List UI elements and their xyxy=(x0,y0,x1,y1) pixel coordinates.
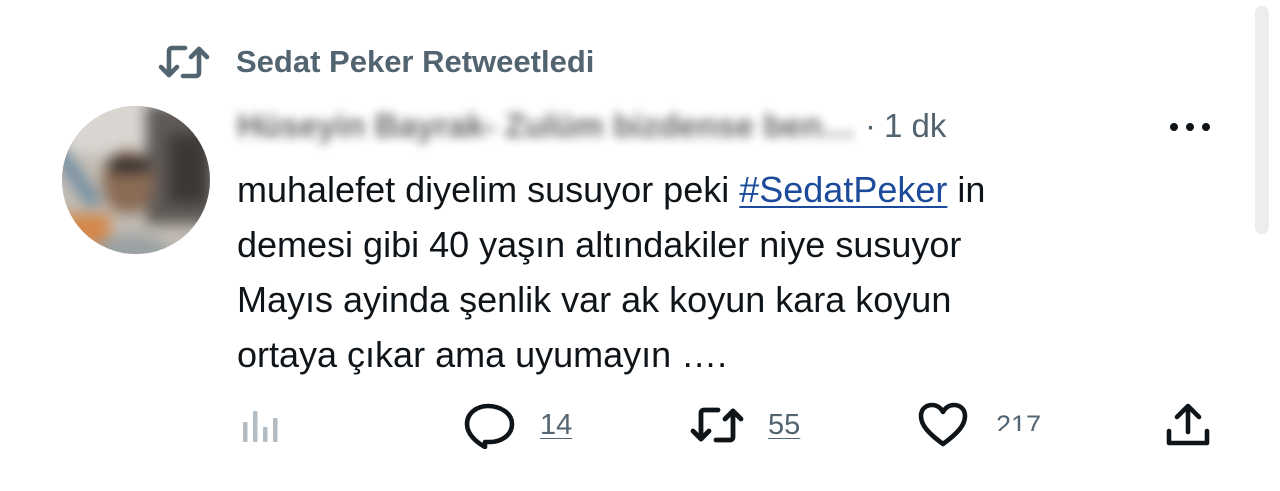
tweet-time[interactable]: 1 dk xyxy=(884,107,946,145)
tweet-text: muhalefet diyelim susuyor peki #SedatPek… xyxy=(237,162,1197,382)
retweet-button[interactable]: 55 xyxy=(690,395,800,455)
reply-count: 14 xyxy=(540,408,573,441)
more-options-button[interactable] xyxy=(1166,110,1214,144)
scrollbar[interactable] xyxy=(1255,6,1269,234)
tweet-header: Hüseyin Bayrak- Zulüm bizdense ben… · 1 … xyxy=(237,104,946,148)
share-icon xyxy=(1166,403,1210,446)
reply-icon xyxy=(464,403,515,449)
tweet-separator: · xyxy=(864,107,876,144)
like-count: 217 xyxy=(996,410,1042,431)
author-name[interactable]: Hüseyin Bayrak- Zulüm bizdense ben… xyxy=(237,107,855,145)
hashtag-link[interactable]: #SedatPeker xyxy=(739,169,947,210)
more-dots-icon xyxy=(1170,123,1210,131)
reply-button[interactable]: 14 xyxy=(464,395,572,455)
like-button[interactable]: 217 xyxy=(918,395,1041,455)
heart-icon xyxy=(918,402,968,447)
tweet-text-line: Mayıs ayinda şenlik var ak koyun kara ko… xyxy=(237,279,952,320)
analytics-button[interactable] xyxy=(240,395,284,455)
retweet-icon xyxy=(690,407,744,443)
analytics-icon xyxy=(243,411,278,442)
tweet-text-line: demesi gibi 40 yaşın altındakiler niye s… xyxy=(237,224,962,265)
tweet-text-line: muhalefet diyelim susuyor peki #SedatPek… xyxy=(237,169,986,210)
retweet-count: 55 xyxy=(768,408,801,441)
retweet-banner-text: Sedat Peker Retweetledi xyxy=(236,44,595,79)
share-button[interactable] xyxy=(1164,395,1212,455)
avatar[interactable] xyxy=(62,106,210,254)
retweet-icon xyxy=(158,42,210,82)
tweet-actions: 14 55 217 xyxy=(0,395,1280,455)
tweet-text-line: ortaya çıkar ama uyumayın …. xyxy=(237,334,728,375)
retweet-banner[interactable]: Sedat Peker Retweetledi xyxy=(158,38,594,86)
